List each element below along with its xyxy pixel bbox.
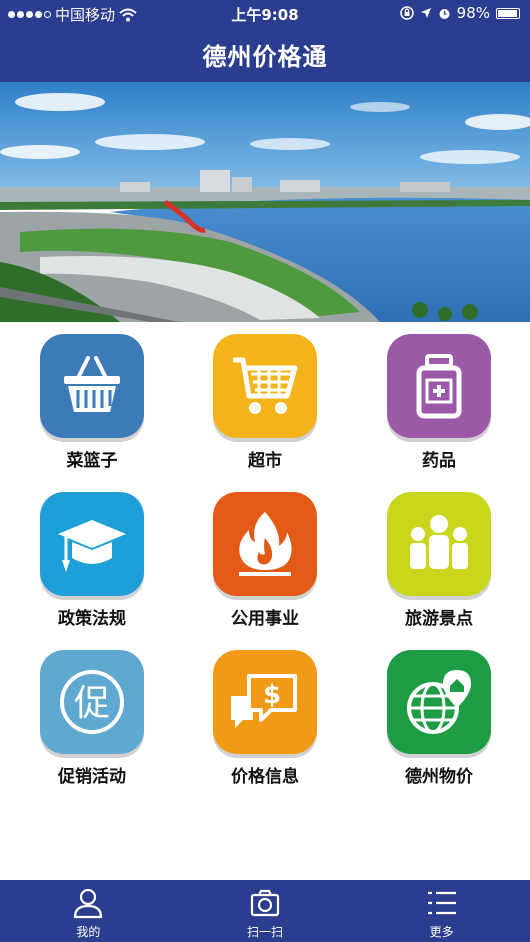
lock-rotation-icon <box>399 6 414 20</box>
tab-more[interactable]: 更多 <box>353 880 530 942</box>
grid-item-promotion[interactable]: 促 促销活动 <box>4 638 180 788</box>
city-lake-photo <box>0 82 530 322</box>
grid-item-label: 药品 <box>422 451 456 471</box>
promotion-icon: 促 <box>60 670 124 734</box>
people-icon <box>410 515 468 569</box>
battery-percent: 98% <box>456 4 490 22</box>
tab-scan[interactable]: 扫一扫 <box>177 880 354 942</box>
grid-item-policy[interactable]: 政策法规 <box>4 480 180 630</box>
medicine-bottle-icon <box>416 354 462 419</box>
grid-item-public-utilities[interactable]: 公用事业 <box>177 480 353 630</box>
tile-bg[interactable]: $ <box>213 650 317 754</box>
tile-bg[interactable] <box>387 334 491 438</box>
grid-item-vegetable-basket[interactable]: 菜篮子 <box>4 322 180 472</box>
grid-item-label: 德州物价 <box>405 767 473 787</box>
location-arrow-icon <box>420 8 431 18</box>
grid-item-label: 超市 <box>248 451 282 471</box>
alarm-icon <box>439 8 450 19</box>
status-right: 98% <box>399 4 520 22</box>
status-bar: 中国移动 上午9:08 98% <box>0 0 530 26</box>
page-title: 德州价格通 <box>202 42 328 71</box>
tile-bg[interactable] <box>387 492 491 596</box>
svg-text:促: 促 <box>74 683 110 724</box>
grid-item-label: 价格信息 <box>231 767 299 787</box>
svg-text:$: $ <box>263 680 281 710</box>
grid-item-label: 旅游景点 <box>405 609 473 629</box>
tile-bg[interactable]: 促 <box>40 650 144 754</box>
banner-image[interactable] <box>0 82 530 322</box>
tab-label: 更多 <box>429 925 454 939</box>
menu-list-icon <box>427 891 456 915</box>
grid-item-supermarket[interactable]: 超市 <box>177 322 353 472</box>
camera-icon <box>250 889 280 917</box>
tab-mine[interactable]: 我的 <box>0 880 177 942</box>
grid-item-label: 菜篮子 <box>66 451 118 471</box>
tile-bg[interactable] <box>387 650 491 754</box>
grid-item-label: 促销活动 <box>58 767 126 787</box>
price-chat-icon: $ <box>231 674 297 728</box>
shopping-cart-icon <box>233 357 298 414</box>
globe-location-icon <box>407 670 471 734</box>
nav-bar: 德州价格通 <box>0 26 530 82</box>
tab-label: 扫一扫 <box>247 925 284 939</box>
grid-item-dezhou-price[interactable]: 德州物价 <box>351 638 527 788</box>
tile-bg[interactable] <box>213 334 317 438</box>
tab-label: 我的 <box>76 925 101 939</box>
basket-icon <box>64 356 120 412</box>
grid-item-price-info[interactable]: $ 价格信息 <box>177 638 353 788</box>
tile-bg[interactable] <box>40 334 144 438</box>
bottom-tab-bar: 我的 扫一扫 更多 <box>0 880 530 942</box>
tile-bg[interactable] <box>40 492 144 596</box>
grid-item-label: 政策法规 <box>58 609 126 629</box>
tile-bg[interactable] <box>213 492 317 596</box>
category-grid: 菜篮子 超市 药品 政策法规 公用事业 旅游景点 促 促销活动 $ 价格信息 德… <box>0 322 530 880</box>
grid-item-tourism[interactable]: 旅游景点 <box>351 480 527 630</box>
user-icon <box>74 888 103 919</box>
flame-icon <box>239 512 292 576</box>
grid-item-label: 公用事业 <box>231 609 299 629</box>
grid-item-medicine[interactable]: 药品 <box>351 322 527 472</box>
battery-icon <box>496 7 520 19</box>
graduation-cap-icon <box>58 520 126 572</box>
